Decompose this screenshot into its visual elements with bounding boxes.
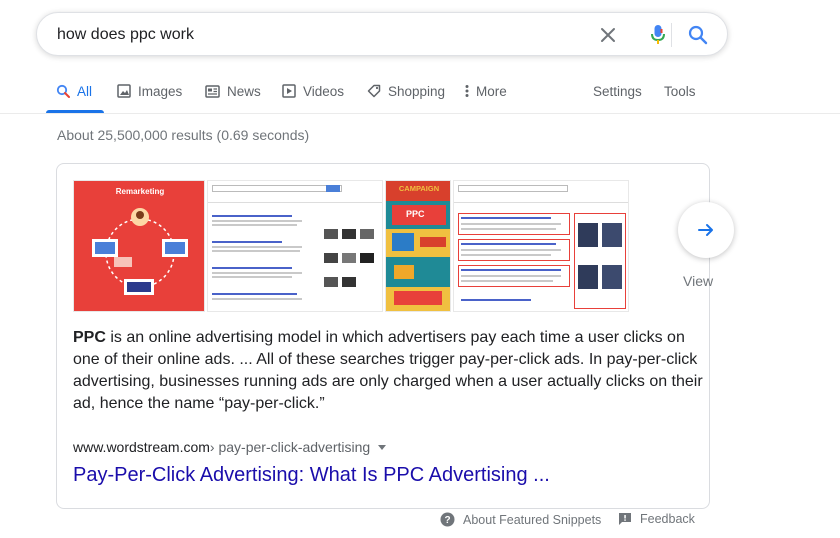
result-domain: www.wordstream.com [73,439,210,455]
tab-shopping-label: Shopping [388,83,446,99]
feedback-label: Feedback [640,512,695,526]
news-icon [205,84,220,98]
tab-news-label: News [227,83,261,99]
snippet-body: is an online advertising model in which … [73,329,703,412]
svg-text:?: ? [444,515,450,526]
tab-tools[interactable]: Tools [664,72,696,110]
result-breadcrumb: › pay-per-click-advertising [209,439,371,455]
tab-shopping[interactable]: Shopping [367,72,445,110]
tabs-divider [0,113,840,114]
result-stats: About 25,500,000 results (0.69 seconds) [57,127,310,143]
arrow-right-icon [698,224,713,236]
video-icon [282,84,296,98]
thumbnail-serp-2[interactable] [453,180,629,312]
about-featured-snippets-label: About Featured Snippets [463,512,602,527]
search-box[interactable] [36,12,728,56]
more-vert-icon [465,85,469,97]
search-icon [56,84,70,98]
image-carousel: Remarketing CAMPAIGN PPC [73,180,631,312]
campaign-ppc: PPC [406,209,425,219]
clear-icon[interactable] [597,24,619,46]
result-url: www.wordstream.com › pay-per-click-adver… [73,439,387,455]
snippet-text: PPC is an online advertising model in wh… [73,327,703,415]
tag-icon [367,84,381,98]
tab-more[interactable]: More [465,72,507,110]
chevron-down-icon[interactable] [378,444,387,450]
help-icon: ? [440,512,455,527]
tab-all[interactable]: All [56,72,92,110]
tab-videos[interactable]: Videos [282,72,344,110]
tab-all-label: All [77,83,93,99]
feedback-link[interactable]: Feedback [618,512,695,526]
campaign-heading: CAMPAIGN [398,184,440,193]
search-divider [671,23,672,47]
tab-settings-label: Settings [593,83,642,99]
tab-settings[interactable]: Settings [593,72,642,110]
view-all-button[interactable] [678,202,734,258]
image-icon [117,84,131,98]
about-featured-snippets-link[interactable]: ? About Featured Snippets [440,512,601,527]
thumbnail-serp-1[interactable] [207,180,383,312]
search-input[interactable] [57,23,577,47]
microphone-icon[interactable] [647,24,669,46]
feedback-icon [619,513,631,525]
result-title-link[interactable]: Pay-Per-Click Advertising: What Is PPC A… [73,464,550,487]
search-tabs: All Images News Videos Shopping More Set… [0,72,840,114]
featured-snippet-card: Remarketing CAMPAIGN PPC PPC is an onlin… [56,163,710,509]
remarketing-illustration [92,208,188,295]
view-all-label: View [683,273,714,289]
tab-videos-label: Videos [303,83,345,99]
tab-news[interactable]: News [205,72,261,110]
tab-more-label: More [476,83,507,99]
tab-images-label: Images [138,83,183,99]
snippet-bold-term: PPC [73,329,106,346]
thumbnail-campaign[interactable]: CAMPAIGN PPC [385,180,451,312]
tab-images[interactable]: Images [117,72,182,110]
tab-tools-label: Tools [664,83,696,99]
thumbnail-remarketing[interactable]: Remarketing [73,180,205,312]
search-icon[interactable] [687,24,709,46]
